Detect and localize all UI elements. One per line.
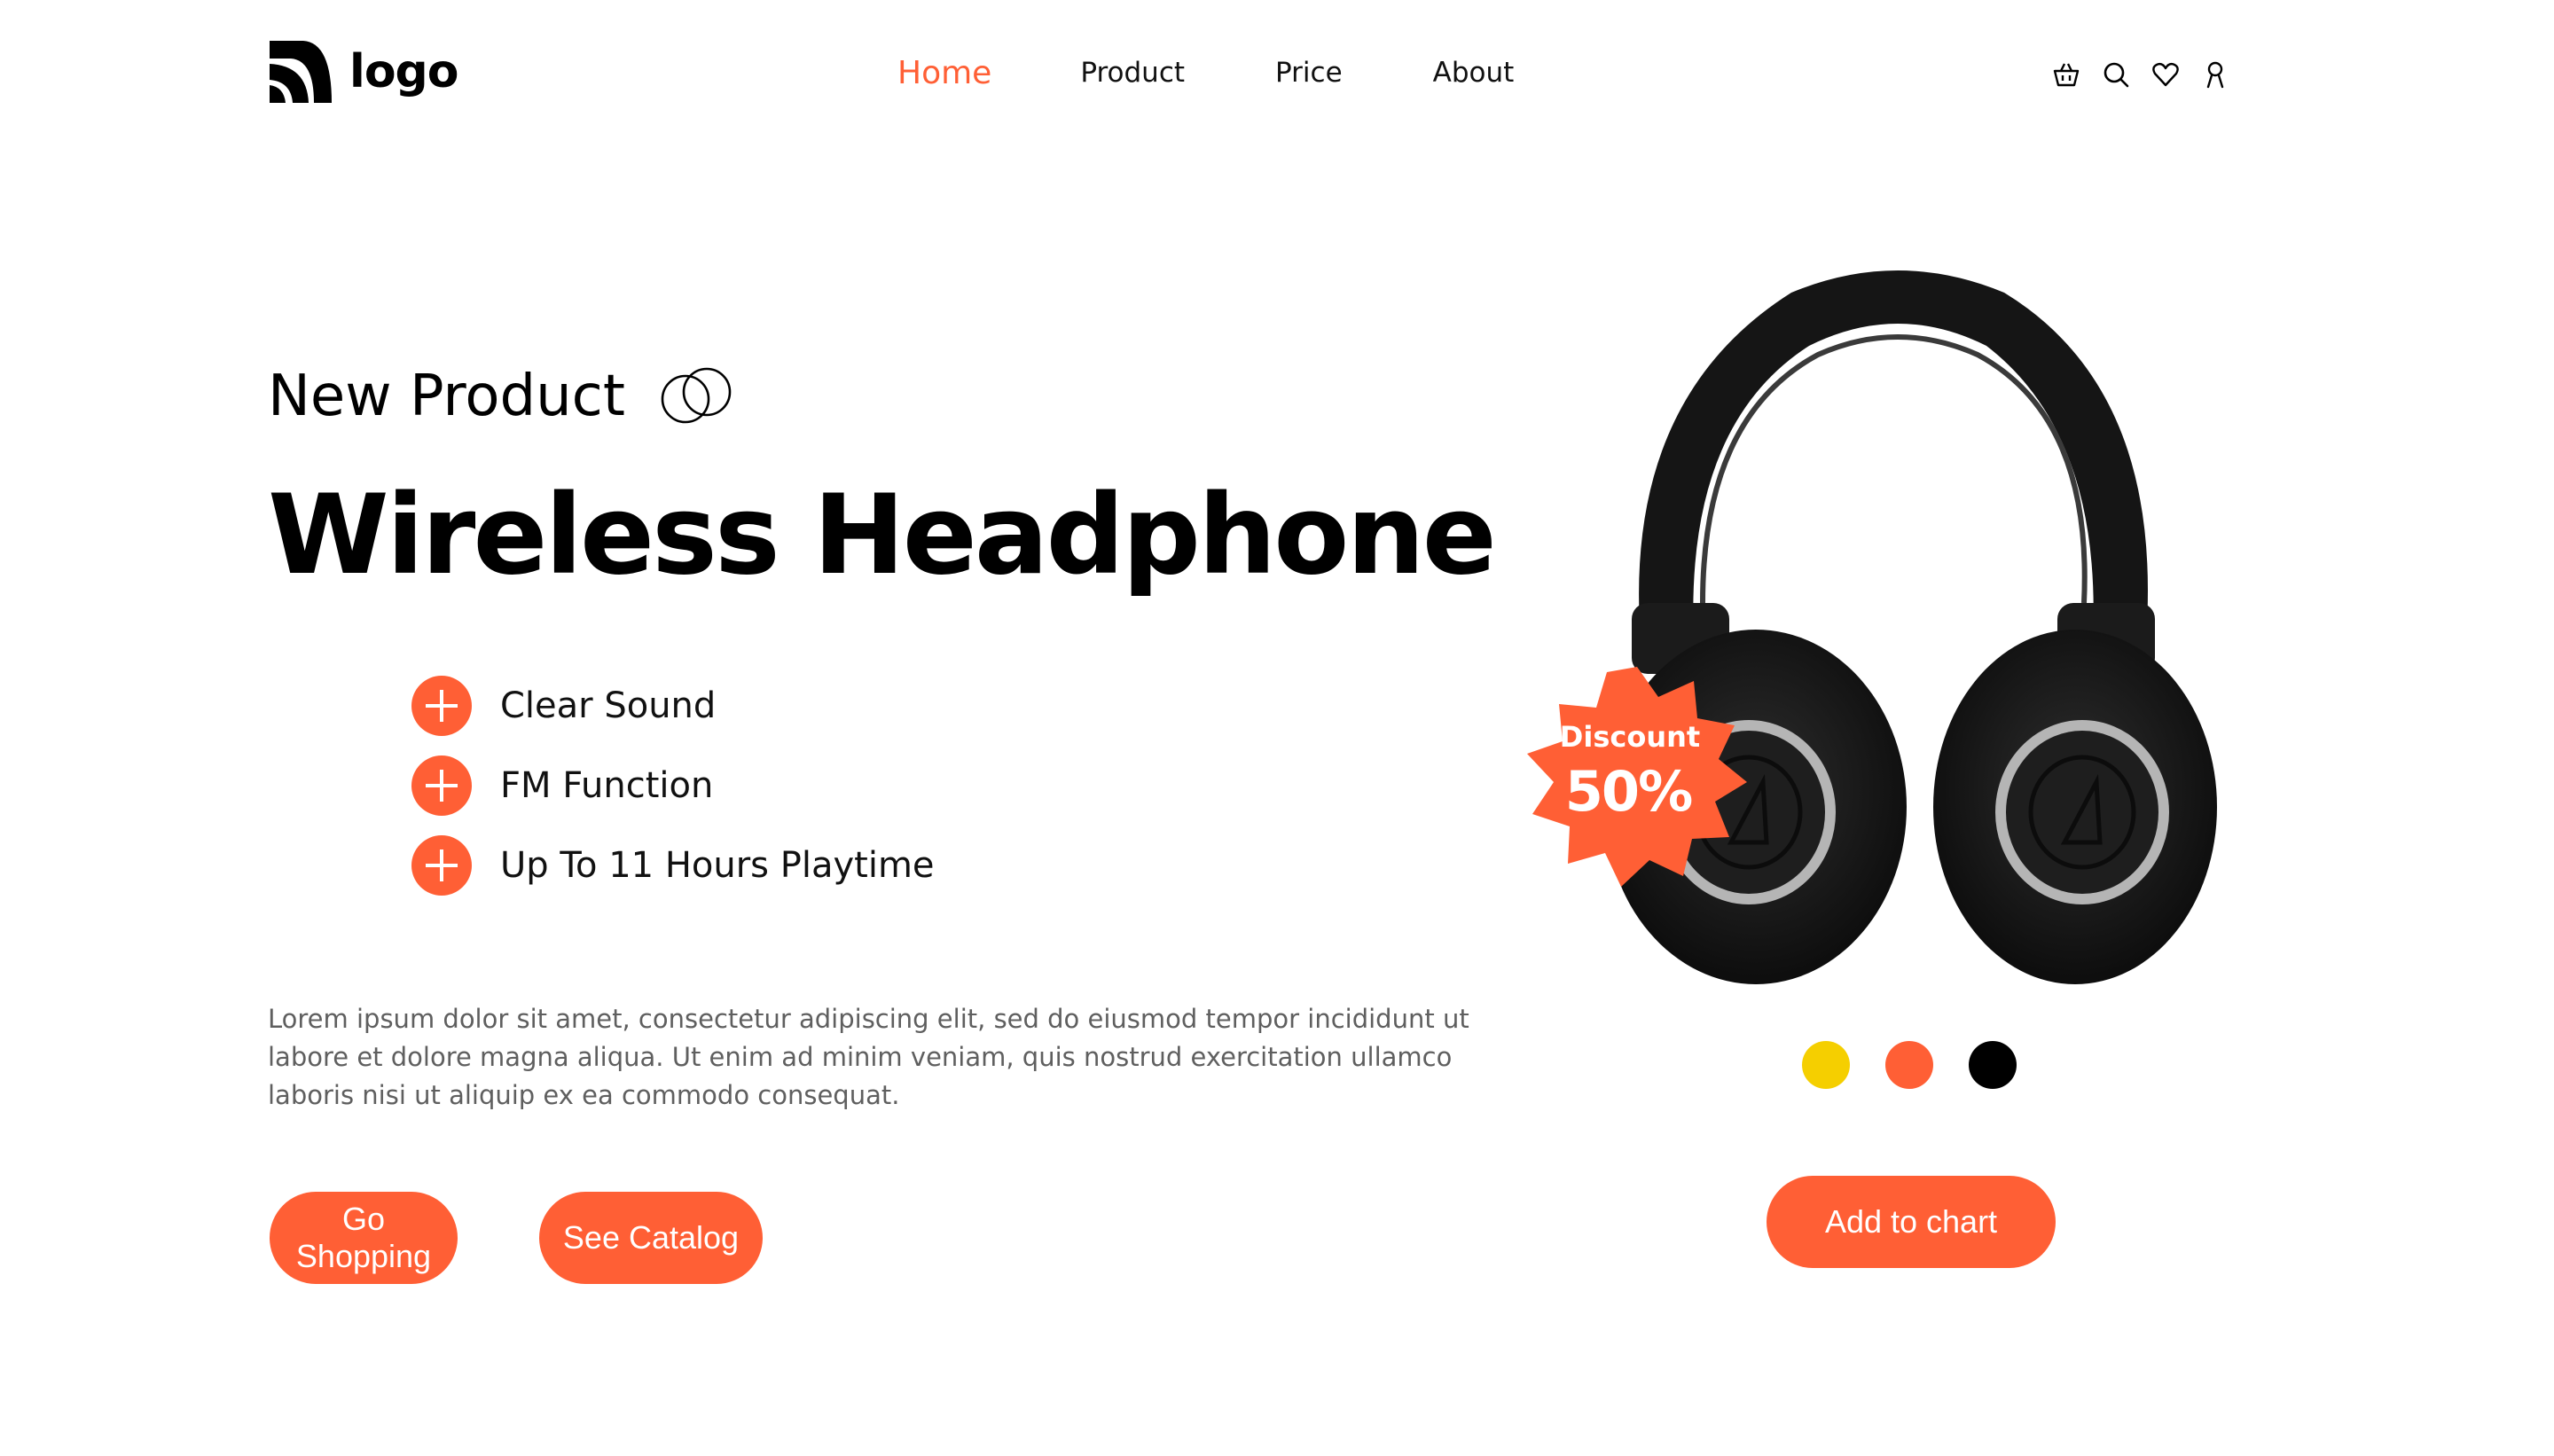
plus-icon [411, 676, 472, 736]
discount-value: 50% [1564, 759, 1693, 824]
rings-icon [661, 367, 732, 424]
main-nav: Home Product Price About [897, 53, 1514, 92]
search-icon[interactable] [2098, 57, 2134, 92]
nav-home[interactable]: Home [897, 55, 991, 91]
eyebrow-text: New Product [268, 364, 625, 429]
see-catalog-button[interactable]: See Catalog [539, 1192, 763, 1284]
logo-mark-icon [270, 41, 332, 103]
header-actions [2049, 57, 2247, 92]
color-swatch-black[interactable] [1969, 1041, 2017, 1089]
color-swatch-orange[interactable] [1885, 1041, 1933, 1089]
logo[interactable]: logo [268, 39, 458, 105]
user-icon[interactable] [2198, 57, 2233, 92]
heart-icon[interactable] [2148, 57, 2183, 92]
feature-label: Up To 11 Hours Playtime [500, 845, 935, 886]
basket-icon[interactable] [2049, 57, 2084, 92]
plus-icon [411, 835, 472, 896]
headphone-image [1605, 270, 2217, 984]
plus-icon [411, 755, 472, 816]
nav-about[interactable]: About [1433, 57, 1515, 89]
color-swatch-yellow[interactable] [1802, 1041, 1850, 1089]
feature-item: Clear Sound [411, 676, 935, 736]
headline: Wireless Headphone [268, 472, 1497, 599]
feature-label: FM Function [500, 765, 714, 806]
nav-product[interactable]: Product [1080, 57, 1185, 89]
feature-item: Up To 11 Hours Playtime [411, 835, 935, 896]
feature-label: Clear Sound [500, 685, 717, 726]
feature-item: FM Function [411, 755, 935, 816]
add-to-cart-button[interactable]: Add to chart [1767, 1176, 2056, 1268]
discount-label: Discount [1559, 720, 1701, 754]
color-swatches [1802, 1041, 2052, 1089]
nav-price[interactable]: Price [1275, 57, 1343, 89]
product-description: Lorem ipsum dolor sit amet, consectetur … [268, 1004, 1469, 1110]
eyebrow: New Product [268, 364, 735, 429]
go-shopping-button[interactable]: Go Shopping [270, 1192, 458, 1284]
feature-list: Clear Sound FM Function Up To 11 Hours P… [411, 676, 935, 915]
logo-text: logo [349, 45, 458, 98]
